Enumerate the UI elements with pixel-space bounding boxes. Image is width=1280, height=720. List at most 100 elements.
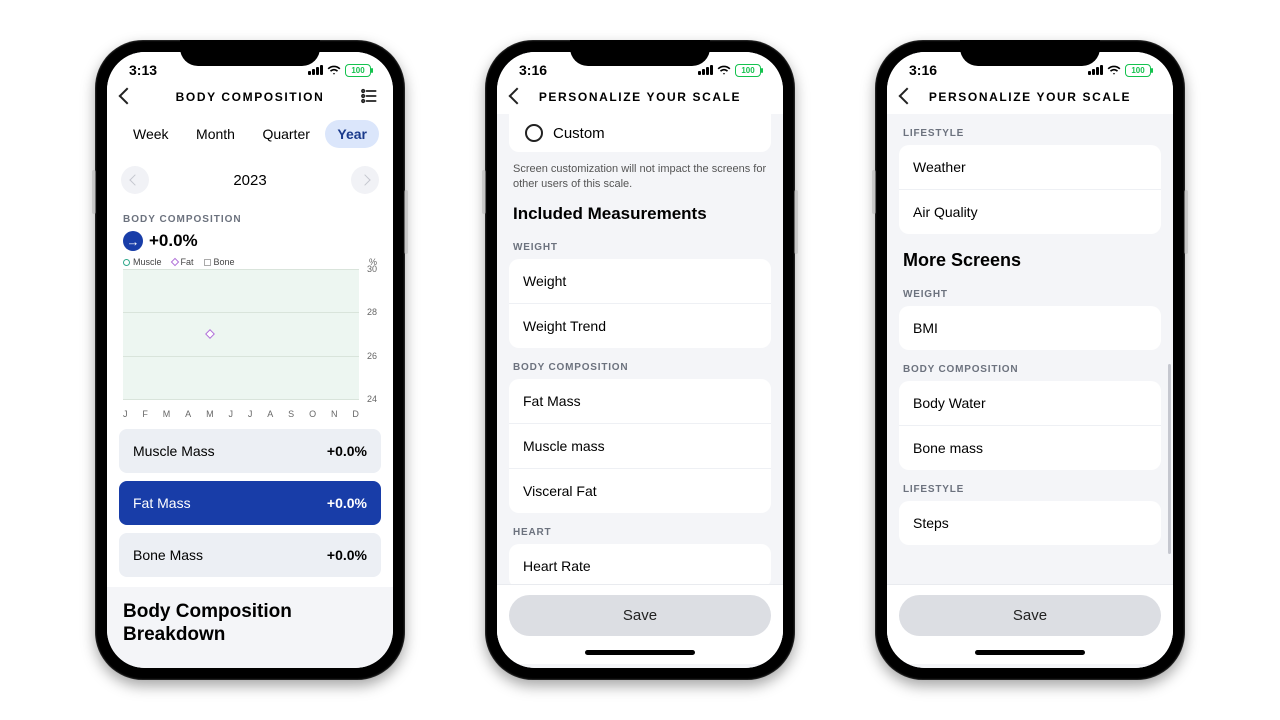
save-bar: Save — [887, 584, 1173, 648]
option-label: Custom — [553, 125, 605, 142]
list-item[interactable]: Weight — [509, 259, 771, 304]
group-label-lifestyle: LIFESTYLE — [887, 470, 1173, 501]
group-body-composition-more: Body Water Bone mass — [899, 381, 1161, 470]
chevron-right-icon — [359, 174, 370, 185]
cellular-icon — [308, 65, 323, 75]
metric-label: Muscle Mass — [133, 443, 215, 459]
cellular-icon — [698, 65, 713, 75]
phone-1: 3:13 100 BODY COMPOSITION Week Month Qua… — [95, 40, 405, 680]
list-item[interactable]: Air Quality — [899, 190, 1161, 234]
back-button[interactable] — [121, 90, 133, 105]
y-tick: 30 — [367, 264, 377, 274]
tab-month[interactable]: Month — [184, 120, 247, 148]
nav-header: PERSONALIZE YOUR SCALE — [497, 80, 783, 114]
status-right: 100 — [1088, 63, 1151, 77]
metric-fat-mass[interactable]: Fat Mass +0.0% — [119, 481, 381, 525]
option-custom[interactable]: Custom — [509, 114, 771, 152]
status-right: 100 — [698, 63, 761, 77]
content-scroll[interactable]: Custom Screen customization will not imp… — [497, 114, 783, 668]
group-label-weight: WEIGHT — [497, 228, 783, 259]
group-lifestyle-more: Steps — [899, 501, 1161, 545]
list-item[interactable]: Weather — [899, 145, 1161, 190]
notch — [180, 40, 320, 66]
list-item[interactable]: BMI — [899, 306, 1161, 350]
nav-header: BODY COMPOSITION — [107, 80, 393, 114]
list-item[interactable]: Body Water — [899, 381, 1161, 426]
current-year: 2023 — [233, 172, 266, 189]
group-heart: Heart Rate — [509, 544, 771, 584]
back-button[interactable] — [901, 90, 913, 105]
battery-icon: 100 — [1125, 64, 1151, 77]
notch — [570, 40, 710, 66]
fat-data-point — [205, 329, 215, 339]
chart-x-axis: JFMAMJJASOND — [123, 409, 359, 419]
delta-summary: → +0.0% — [107, 231, 393, 257]
year-selector: 2023 — [107, 160, 393, 200]
list-item[interactable]: Fat Mass — [509, 379, 771, 424]
screen-1: 3:13 100 BODY COMPOSITION Week Month Qua… — [107, 52, 393, 668]
home-indicator[interactable] — [497, 648, 783, 664]
y-tick: 28 — [367, 307, 377, 317]
status-time: 3:16 — [909, 62, 937, 78]
metric-value: +0.0% — [327, 495, 367, 511]
next-year-button[interactable] — [351, 166, 379, 194]
list-item[interactable]: Bone mass — [899, 426, 1161, 470]
status-right: 100 — [308, 63, 371, 77]
metric-bone-mass[interactable]: Bone Mass +0.0% — [119, 533, 381, 577]
cellular-icon — [1088, 65, 1103, 75]
wifi-icon — [717, 63, 731, 77]
battery-icon: 100 — [735, 64, 761, 77]
battery-icon: 100 — [345, 64, 371, 77]
group-label-weight: WEIGHT — [887, 275, 1173, 306]
legend-bone: Bone — [204, 257, 235, 267]
list-item[interactable]: Heart Rate — [509, 544, 771, 584]
tab-week[interactable]: Week — [121, 120, 181, 148]
list-item[interactable]: Steps — [899, 501, 1161, 545]
scroll-track — [1168, 244, 1171, 588]
page-title: BODY COMPOSITION — [176, 90, 325, 104]
chevron-left-icon — [509, 87, 526, 104]
arrow-right-icon: → — [123, 231, 143, 251]
status-time: 3:13 — [129, 62, 157, 78]
content-scroll[interactable]: LIFESTYLE Weather Air Quality More Scree… — [887, 114, 1173, 668]
group-label-lifestyle-top: LIFESTYLE — [887, 114, 1173, 145]
phone-3: 3:16 100 PERSONALIZE YOUR SCALE LIFESTYL… — [875, 40, 1185, 680]
scroll-thumb[interactable] — [1168, 364, 1171, 553]
chevron-left-icon — [129, 174, 140, 185]
save-button[interactable]: Save — [509, 595, 771, 636]
breakdown-heading: Body Composition Breakdown — [107, 587, 393, 649]
radio-unchecked-icon — [525, 124, 543, 142]
metric-muscle-mass[interactable]: Muscle Mass +0.0% — [119, 429, 381, 473]
save-button[interactable]: Save — [899, 595, 1161, 636]
section-label: BODY COMPOSITION — [107, 200, 393, 231]
metric-value: +0.0% — [327, 443, 367, 459]
legend-fat: Fat — [172, 257, 194, 267]
phone-2: 3:16 100 PERSONALIZE YOUR SCALE Custom S… — [485, 40, 795, 680]
content-scroll[interactable]: Week Month Quarter Year 2023 BODY COMPOS… — [107, 114, 393, 668]
y-tick: 26 — [367, 351, 377, 361]
nav-header: PERSONALIZE YOUR SCALE — [887, 80, 1173, 114]
body-composition-chart[interactable]: 30 28 26 24 JFMAMJJASOND — [123, 269, 377, 419]
legend-muscle: Muscle — [123, 257, 162, 267]
list-item[interactable]: Muscle mass — [509, 424, 771, 469]
group-body-composition: Fat Mass Muscle mass Visceral Fat — [509, 379, 771, 513]
page-title: PERSONALIZE YOUR SCALE — [539, 90, 741, 104]
included-heading: Included Measurements — [497, 200, 783, 228]
list-settings-button[interactable] — [359, 86, 379, 109]
page-title: PERSONALIZE YOUR SCALE — [929, 90, 1131, 104]
chevron-left-icon — [899, 87, 916, 104]
tab-quarter[interactable]: Quarter — [250, 120, 321, 148]
metric-label: Fat Mass — [133, 495, 191, 511]
wifi-icon — [1107, 63, 1121, 77]
prev-year-button[interactable] — [121, 166, 149, 194]
list-item[interactable]: Weight Trend — [509, 304, 771, 348]
group-lifestyle-top: Weather Air Quality — [899, 145, 1161, 234]
group-weight-more: BMI — [899, 306, 1161, 350]
chart-legend: Muscle Fat Bone % — [107, 257, 393, 269]
back-button[interactable] — [511, 90, 523, 105]
home-indicator[interactable] — [887, 648, 1173, 664]
time-range-tabs: Week Month Quarter Year — [107, 114, 393, 160]
list-item[interactable]: Visceral Fat — [509, 469, 771, 513]
group-label-heart: HEART — [497, 513, 783, 544]
tab-year[interactable]: Year — [325, 120, 379, 148]
